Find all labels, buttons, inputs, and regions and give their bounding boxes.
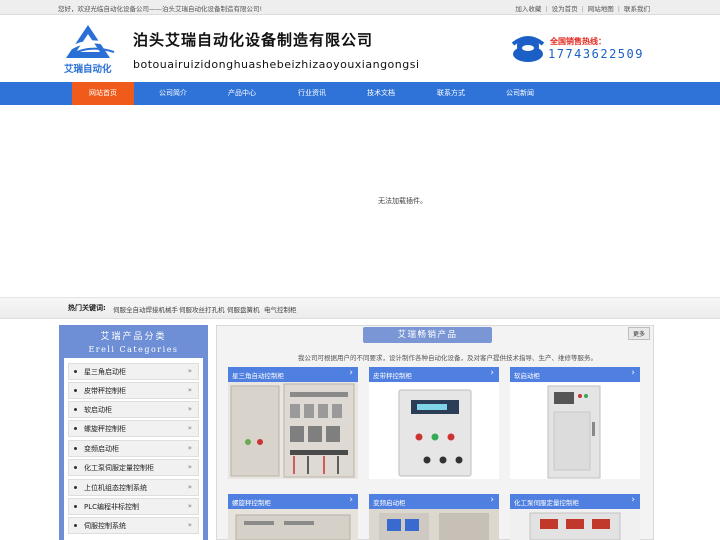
category-label: 上位机组态控制系统 xyxy=(84,484,147,492)
double-arrow-icon: » xyxy=(187,463,192,471)
hotword-link[interactable]: 伺服盘簧机 xyxy=(227,304,260,314)
product-card-title: 变频启动柜 xyxy=(373,499,406,507)
product-card[interactable]: 化工泵伺服定量控制柜 › xyxy=(510,494,640,540)
product-card-header: 变频启动柜 › xyxy=(369,494,499,509)
chevron-right-icon: › xyxy=(631,368,635,378)
product-card[interactable]: 皮带秤控制柜 › xyxy=(369,367,499,479)
category-item[interactable]: 化工泵伺服定量控制柜 » xyxy=(68,459,199,476)
product-image xyxy=(510,382,640,479)
nav-home[interactable]: 网站首页 xyxy=(72,82,134,105)
hotline-number: 17743622509 xyxy=(548,47,644,61)
chevron-right-icon: › xyxy=(631,495,635,505)
category-label: 软启动柜 xyxy=(84,406,112,414)
category-label: 螺旋秤控制柜 xyxy=(84,425,126,433)
product-card[interactable]: 星三角自动控制柜 › xyxy=(228,367,358,479)
nav-contact[interactable]: 联系方式 xyxy=(420,82,482,105)
category-label: 皮带秤控制柜 xyxy=(84,387,126,395)
banner-area xyxy=(0,105,720,298)
category-item[interactable]: 伺服控制系统 » xyxy=(68,517,199,534)
company-name: 泊头艾瑞自动化设备制造有限公司 xyxy=(133,31,374,49)
category-item[interactable]: PLC编程非标控制 » xyxy=(68,498,199,515)
product-image xyxy=(369,509,499,540)
bullet-icon xyxy=(74,447,77,450)
bullet-icon xyxy=(74,408,77,411)
product-card-header: 软启动柜 › xyxy=(510,367,640,382)
bullet-icon xyxy=(74,505,77,508)
chevron-right-icon: › xyxy=(490,495,494,505)
contact-link[interactable]: 联系我们 xyxy=(624,5,650,13)
product-card[interactable]: 变频启动柜 › xyxy=(369,494,499,540)
nav-about[interactable]: 公司简介 xyxy=(142,82,204,105)
category-item[interactable]: 螺旋秤控制柜 » xyxy=(68,420,199,437)
category-label: 变频启动柜 xyxy=(84,445,119,453)
double-arrow-icon: » xyxy=(187,444,192,452)
product-card-header: 皮带秤控制柜 › xyxy=(369,367,499,382)
company-pinyin: botouairuizidonghuashebeizhizaoyouxiango… xyxy=(133,58,420,71)
product-card-title: 螺旋秤控制柜 xyxy=(232,499,271,507)
bullet-icon xyxy=(74,370,77,373)
category-item[interactable]: 上位机组态控制系统 » xyxy=(68,479,199,496)
product-card-title: 星三角自动控制柜 xyxy=(232,372,284,380)
product-card-header: 化工泵伺服定量控制柜 › xyxy=(510,494,640,509)
nav-company-news[interactable]: 公司新闻 xyxy=(489,82,551,105)
nav-industry-news[interactable]: 行业资讯 xyxy=(281,82,343,105)
product-image xyxy=(510,509,640,540)
products-description: 我公司可根据用户的不同要求，设计制作各种自动化设备，及对客户提供技术指导、生产、… xyxy=(298,354,597,362)
product-image xyxy=(228,509,358,540)
double-arrow-icon: » xyxy=(187,424,192,432)
double-arrow-icon: » xyxy=(187,483,192,491)
product-image xyxy=(228,382,358,479)
chevron-right-icon: › xyxy=(349,495,353,505)
category-label: PLC编程非标控制 xyxy=(84,503,140,511)
set-homepage-link[interactable]: 设为首页 xyxy=(552,5,578,13)
plugin-message: 无法加载插件。 xyxy=(378,197,427,205)
more-button[interactable]: 更多 xyxy=(628,327,650,340)
hotwords-label: 热门关键词: xyxy=(68,304,106,312)
company-logo[interactable]: 艾瑞自动化 xyxy=(60,22,128,78)
top-links: 加入收藏 | 设为首页 | 网站地图 | 联系我们 xyxy=(515,5,650,13)
chevron-right-icon: › xyxy=(349,368,353,378)
chevron-right-icon: › xyxy=(490,368,494,378)
nav-tech-docs[interactable]: 技术文档 xyxy=(350,82,412,105)
bullet-icon xyxy=(74,486,77,489)
double-arrow-icon: » xyxy=(187,521,192,529)
bullet-icon xyxy=(74,466,77,469)
hotwords-bar xyxy=(0,298,720,319)
category-item[interactable]: 皮带秤控制柜 » xyxy=(68,382,199,399)
products-title: 艾瑞畅销产品 xyxy=(363,327,492,343)
logo-text: 艾瑞自动化 xyxy=(64,64,112,75)
product-card-title: 化工泵伺服定量控制柜 xyxy=(514,499,579,507)
hotword-link[interactable]: 电气控制柜 xyxy=(264,304,297,314)
double-arrow-icon: » xyxy=(187,367,192,375)
product-card-header: 螺旋秤控制柜 › xyxy=(228,494,358,509)
category-item[interactable]: 星三角启动柜 » xyxy=(68,363,199,380)
add-favorite-link[interactable]: 加入收藏 xyxy=(515,5,541,13)
category-label: 伺服控制系统 xyxy=(84,522,126,530)
nav-products[interactable]: 产品中心 xyxy=(211,82,273,105)
double-arrow-icon: » xyxy=(187,405,192,413)
category-label: 星三角启动柜 xyxy=(84,368,126,376)
sidebar-subtitle: Ereli Categories xyxy=(88,345,179,354)
product-image xyxy=(369,382,499,479)
category-label: 化工泵伺服定量控制柜 xyxy=(84,464,154,472)
bullet-icon xyxy=(74,427,77,430)
hotline-label: 全国销售热线： xyxy=(550,37,606,46)
phone-icon xyxy=(511,34,545,64)
product-card[interactable]: 螺旋秤控制柜 › xyxy=(228,494,358,540)
welcome-text: 您好，欢迎光临自动化设备公司——泊头艾瑞自动化设备制造有限公司! xyxy=(58,5,263,13)
bullet-icon xyxy=(74,524,77,527)
hotword-link[interactable]: 伺服攻丝打孔机 xyxy=(179,304,225,314)
product-card-title: 软启动柜 xyxy=(514,372,540,380)
double-arrow-icon: » xyxy=(187,386,192,394)
hotword-link[interactable]: 伺服全自动焊接机械手 xyxy=(113,304,178,314)
double-arrow-icon: » xyxy=(187,502,192,510)
product-card-title: 皮带秤控制柜 xyxy=(373,372,412,380)
category-item[interactable]: 软启动柜 » xyxy=(68,401,199,418)
sitemap-link[interactable]: 网站地图 xyxy=(588,5,614,13)
sidebar-title: 艾瑞产品分类 xyxy=(100,332,167,342)
product-card[interactable]: 软启动柜 › xyxy=(510,367,640,479)
category-item[interactable]: 变频启动柜 » xyxy=(68,440,199,457)
product-card-header: 星三角自动控制柜 › xyxy=(228,367,358,382)
bullet-icon xyxy=(74,389,77,392)
